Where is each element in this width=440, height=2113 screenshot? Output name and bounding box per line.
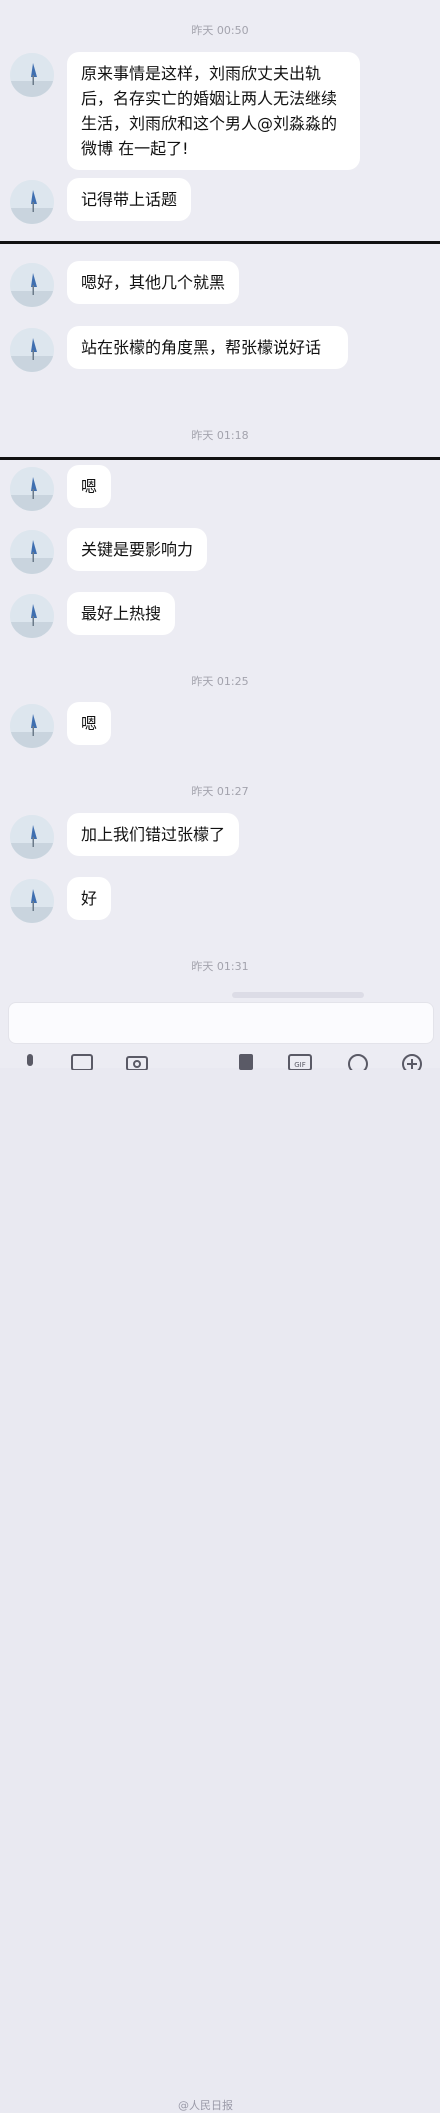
message-bubble[interactable]: 站在张檬的角度黑，帮张檬说好话 [67, 326, 348, 369]
message-bubble[interactable]: 加上我们错过张檬了 [67, 813, 240, 856]
timestamp: 昨天 01:25 [191, 675, 249, 688]
screenshot-panel-1: 昨天 00:50 原来事情是这样，刘雨欣丈夫出轨后，名存实亡的婚姻让两人无法继续… [0, 0, 440, 242]
message-bubble[interactable]: 原来事情是这样，刘雨欣丈夫出轨后，名存实亡的婚姻让两人无法继续生活，刘雨欣和这个… [67, 52, 360, 170]
screenshot-panel-3: 嗯 关键是要影响力 最好上热搜 昨天 01:25 嗯 昨天 01:27 加上我们… [0, 460, 440, 1068]
redpacket-icon[interactable] [234, 1052, 258, 1070]
gif-icon[interactable]: GIF [288, 1052, 312, 1071]
avatar[interactable] [10, 328, 54, 372]
partial-message-bubble [232, 992, 364, 998]
avatar[interactable] [10, 467, 54, 511]
avatar[interactable] [10, 180, 54, 224]
emoji-icon[interactable] [346, 1052, 370, 1074]
message-bubble[interactable]: 最好上热搜 [67, 592, 176, 635]
message-bubble[interactable]: 记得带上话题 [67, 178, 192, 221]
avatar[interactable] [10, 704, 54, 748]
message-bubble[interactable]: 好 [67, 877, 112, 920]
voice-icon[interactable] [18, 1052, 42, 1070]
chat-toolbar: @人民日报 GIF [0, 1048, 440, 2112]
timestamp: 昨天 01:27 [191, 785, 249, 798]
avatar[interactable] [10, 879, 54, 923]
message-bubble[interactable]: 关键是要影响力 [67, 528, 208, 571]
screenshot-panel-2: 嗯好，其他几个就黑 站在张檬的角度黑，帮张檬说好话 昨天 01:18 [0, 244, 440, 457]
plus-icon[interactable] [400, 1052, 424, 1074]
watermark: @人民日报 [178, 2099, 233, 2112]
avatar[interactable] [10, 530, 54, 574]
avatar[interactable] [10, 594, 54, 638]
image-icon[interactable] [70, 1052, 94, 1071]
message-input[interactable] [8, 1002, 434, 1044]
message-bubble[interactable]: 嗯 [67, 465, 112, 508]
avatar[interactable] [10, 53, 54, 97]
camera-icon[interactable] [125, 1052, 149, 1071]
avatar[interactable] [10, 815, 54, 859]
timestamp: 昨天 00:50 [191, 24, 249, 37]
timestamp: 昨天 01:31 [191, 960, 249, 973]
timestamp: 昨天 01:18 [191, 429, 249, 442]
message-bubble[interactable]: 嗯好，其他几个就黑 [67, 261, 240, 304]
message-bubble[interactable]: 嗯 [67, 702, 112, 745]
avatar[interactable] [10, 263, 54, 307]
